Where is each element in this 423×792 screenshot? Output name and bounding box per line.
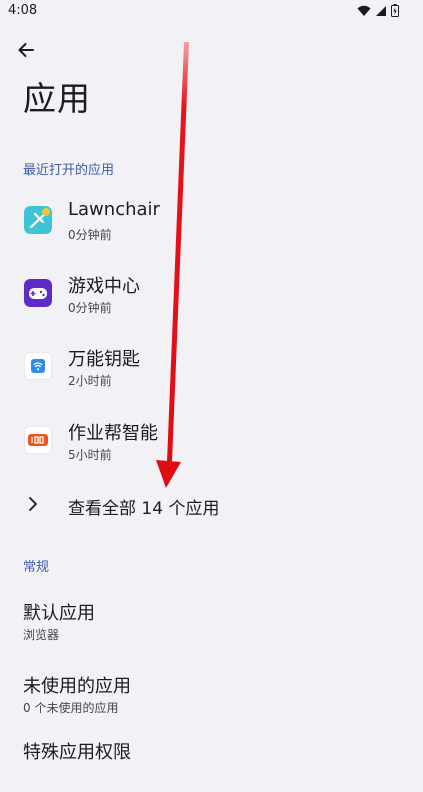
app-name: 万能钥匙 <box>68 349 140 370</box>
recent-apps-header: 最近打开的应用 <box>23 163 115 178</box>
status-time: 4:08 <box>8 3 38 18</box>
status-icons <box>357 4 399 17</box>
game-center-icon <box>24 279 52 307</box>
lawnchair-icon <box>24 206 52 234</box>
app-item-lawnchair[interactable]: Lawnchair 0分钟前 <box>0 190 423 254</box>
see-all-apps-label: 查看全部 14 个应用 <box>68 499 220 519</box>
unused-apps-item[interactable]: 未使用的应用 0 个未使用的应用 <box>0 662 423 726</box>
special-app-access-item[interactable]: 特殊应用权限 <box>0 728 423 792</box>
signal-icon <box>376 5 386 16</box>
zuoyebang-icon <box>24 426 52 454</box>
setting-title: 特殊应用权限 <box>23 742 131 763</box>
app-last-opened: 0分钟前 <box>68 228 112 242</box>
app-name: Lawnchair <box>68 199 160 220</box>
general-section-header: 常规 <box>23 560 50 575</box>
setting-title: 未使用的应用 <box>23 676 131 697</box>
app-last-opened: 0分钟前 <box>68 301 112 315</box>
page-title: 应用 <box>23 79 91 118</box>
setting-summary: 浏览器 <box>23 628 60 642</box>
app-name: 游戏中心 <box>68 276 140 297</box>
setting-summary: 0 个未使用的应用 <box>23 701 119 715</box>
app-item-zuoyebang[interactable]: 作业帮智能 5小时前 <box>0 410 423 474</box>
see-all-apps-button[interactable]: 查看全部 14 个应用 <box>0 480 423 530</box>
back-button[interactable] <box>12 36 40 64</box>
wifi-key-icon <box>24 352 52 380</box>
wifi-icon <box>357 5 371 16</box>
chevron-right-icon <box>26 496 40 516</box>
app-item-wifi-key[interactable]: 万能钥匙 2小时前 <box>0 336 423 400</box>
app-last-opened: 5小时前 <box>68 448 112 462</box>
app-last-opened: 2小时前 <box>68 374 112 388</box>
status-bar: 4:08 <box>0 0 423 24</box>
battery-icon <box>391 4 399 17</box>
arrow-left-icon <box>18 43 34 57</box>
default-apps-item[interactable]: 默认应用 浏览器 <box>0 589 423 653</box>
app-name: 作业帮智能 <box>68 423 158 444</box>
setting-title: 默认应用 <box>23 603 95 624</box>
app-item-game-center[interactable]: 游戏中心 0分钟前 <box>0 263 423 327</box>
